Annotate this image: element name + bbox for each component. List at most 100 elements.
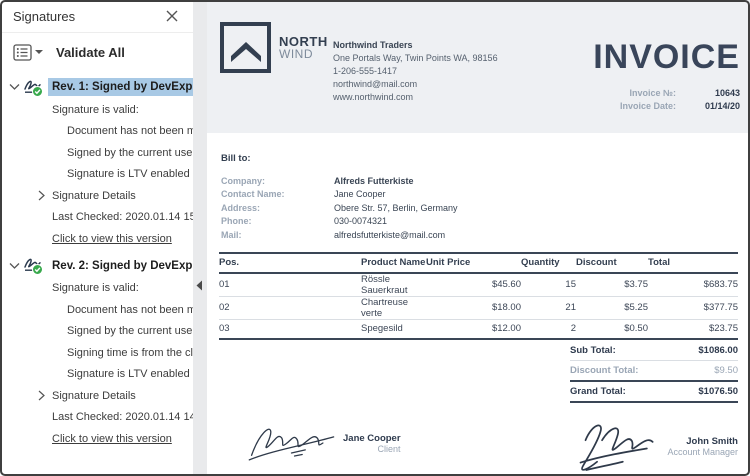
field-value: Jane Cooper [334, 189, 386, 199]
field-value: 030-0074321 [334, 216, 387, 226]
revision-2-section: Rev. 2: Signed by DevExpress Signature i… [0, 254, 193, 450]
company-website: www.northwind.com [333, 91, 498, 104]
field-value: Alfreds Futterkiste [334, 176, 414, 186]
discount-total-value: $9.50 [714, 365, 738, 376]
chevron-right-icon [38, 390, 45, 401]
signature-detail-item: Signature is LTV enabled [0, 364, 193, 386]
cell-quantity: 15 [521, 273, 576, 297]
signature-detail-item: Document has not been m [0, 121, 193, 143]
discount-total-label: Discount Total: [570, 365, 638, 376]
table-header-row: Pos. Product Name Unit Price Quantity Di… [219, 253, 738, 273]
cell-product: Rössle Sauerkraut [361, 273, 426, 297]
signature-detail-item: Signature is LTV enabled [0, 164, 193, 186]
grand-total-label: Grand Total: [570, 386, 626, 397]
grand-total-value: $1076.50 [698, 386, 738, 397]
signatures-toolbar: Validate All [0, 33, 193, 71]
signature-status: Signature is valid: [0, 278, 193, 300]
manager-signature-block: John Smith Account Manager [573, 417, 738, 475]
chevron-down-icon[interactable] [9, 83, 20, 91]
invoice-number-label: Invoice №: [629, 87, 676, 100]
list-options-icon [13, 44, 32, 61]
company-email: northwind@mail.com [333, 78, 498, 91]
signature-details-label: Signature Details [52, 190, 136, 202]
signature-details-expander[interactable]: Signature Details [0, 185, 193, 207]
invoice-body: Bill to: Company: Alfreds Futterkiste Co… [207, 153, 750, 475]
column-header: Pos. [219, 253, 361, 273]
logo-line-2: WIND [279, 48, 328, 60]
company-phone: 1-206-555-1417 [333, 65, 498, 78]
view-version-link[interactable]: Click to view this version [52, 433, 172, 445]
logo-text: NORTH WIND [279, 36, 328, 60]
subtotal-label: Sub Total: [570, 345, 616, 356]
signature-detail-item: Signed by the current user [0, 321, 193, 343]
close-icon[interactable] [164, 8, 180, 24]
cell-product: Spegesild [361, 319, 426, 339]
table-row: 01 Rössle Sauerkraut $45.60 15 $3.75 $68… [219, 273, 738, 297]
field-label: Contact Name: [221, 189, 334, 199]
bill-to-fields: Company: Alfreds Futterkiste Contact Nam… [219, 174, 738, 242]
view-version-link[interactable]: Click to view this version [52, 233, 172, 245]
pdf-page: NORTH WIND Northwind Traders One Portals… [207, 0, 750, 476]
revision-2-header[interactable]: Rev. 2: Signed by DevExpress [0, 254, 193, 278]
company-address: One Portals Way, Twin Points WA, 98156 [333, 52, 498, 65]
collapse-panel-icon[interactable] [196, 278, 203, 296]
revision-2-title[interactable]: Rev. 2: Signed by DevExpress [48, 257, 193, 275]
signature-options-button[interactable] [13, 44, 43, 61]
revision-1-header[interactable]: Rev. 1: Signed by DevExpress [0, 75, 193, 99]
cell-total: $377.75 [648, 296, 738, 319]
panel-resize-divider[interactable] [193, 0, 207, 476]
panel-title: Signatures [13, 9, 75, 24]
field-value: alfredsfutterkiste@mail.com [334, 230, 445, 240]
table-row: 03 Spegesild $12.00 2 $0.50 $23.75 [219, 319, 738, 339]
cell-unit-price: $45.60 [426, 273, 521, 297]
last-checked-text: Last Checked: 2020.01.14 15:0 [0, 207, 193, 229]
signature-area: Jane Cooper Client John Smith Account Ma… [219, 417, 738, 475]
company-info: Northwind Traders One Portals Way, Twin … [333, 39, 498, 104]
cell-quantity: 2 [521, 319, 576, 339]
column-header: Product Name [361, 253, 426, 273]
northwind-logo-icon [220, 22, 271, 73]
last-checked-text: Last Checked: 2020.01.14 14:5 [0, 407, 193, 429]
subtotal-value: $1086.00 [698, 345, 738, 356]
signer-role: Account Manager [667, 447, 738, 457]
table-row: 02 Chartreuse verte $18.00 21 $5.25 $377… [219, 296, 738, 319]
cell-pos: 01 [219, 273, 361, 297]
cell-unit-price: $12.00 [426, 319, 521, 339]
signature-status: Signature is valid: [0, 99, 193, 121]
company-name: Northwind Traders [333, 39, 498, 52]
signature-valid-icon [23, 78, 45, 97]
dropdown-caret-icon[interactable] [35, 50, 43, 54]
chevron-down-icon[interactable] [9, 262, 20, 270]
cell-discount: $0.50 [576, 319, 648, 339]
cell-pos: 03 [219, 319, 361, 339]
cell-total: $683.75 [648, 273, 738, 297]
cell-discount: $5.25 [576, 296, 648, 319]
field-label: Phone: [221, 216, 334, 226]
bill-to-heading: Bill to: [219, 153, 738, 164]
invoice-title: INVOICE [593, 38, 740, 77]
signature-details-label: Signature Details [52, 390, 136, 402]
client-signature-block: Jane Cooper Client [247, 417, 401, 469]
cell-unit-price: $18.00 [426, 296, 521, 319]
signer-name: John Smith [667, 436, 738, 447]
validate-all-button[interactable]: Validate All [56, 45, 125, 60]
signature-detail-item: Signed by the current user [0, 142, 193, 164]
cell-quantity: 21 [521, 296, 576, 319]
chevron-right-icon [38, 190, 45, 201]
field-label: Mail: [221, 230, 334, 240]
revision-1-title[interactable]: Rev. 1: Signed by DevExpress [48, 78, 193, 96]
signature-details-expander[interactable]: Signature Details [0, 385, 193, 407]
invoice-date-label: Invoice Date: [620, 100, 676, 113]
invoice-totals: Sub Total: $1086.00 Discount Total: $9.5… [570, 340, 738, 403]
invoice-items-table: Pos. Product Name Unit Price Quantity Di… [219, 252, 738, 341]
signature-valid-icon [23, 256, 45, 275]
cell-discount: $3.75 [576, 273, 648, 297]
signature-detail-item: Document has not been m [0, 299, 193, 321]
cell-total: $23.75 [648, 319, 738, 339]
invoice-number-value: 10643 [676, 87, 740, 100]
john-smith-signature-image [573, 417, 661, 475]
signer-name: Jane Cooper [343, 433, 401, 444]
invoice-meta: Invoice №: 10643 Invoice Date: 01/14/20 [620, 87, 740, 113]
field-label: Address: [221, 203, 334, 213]
field-value: Obere Str. 57, Berlin, Germany [334, 203, 458, 213]
